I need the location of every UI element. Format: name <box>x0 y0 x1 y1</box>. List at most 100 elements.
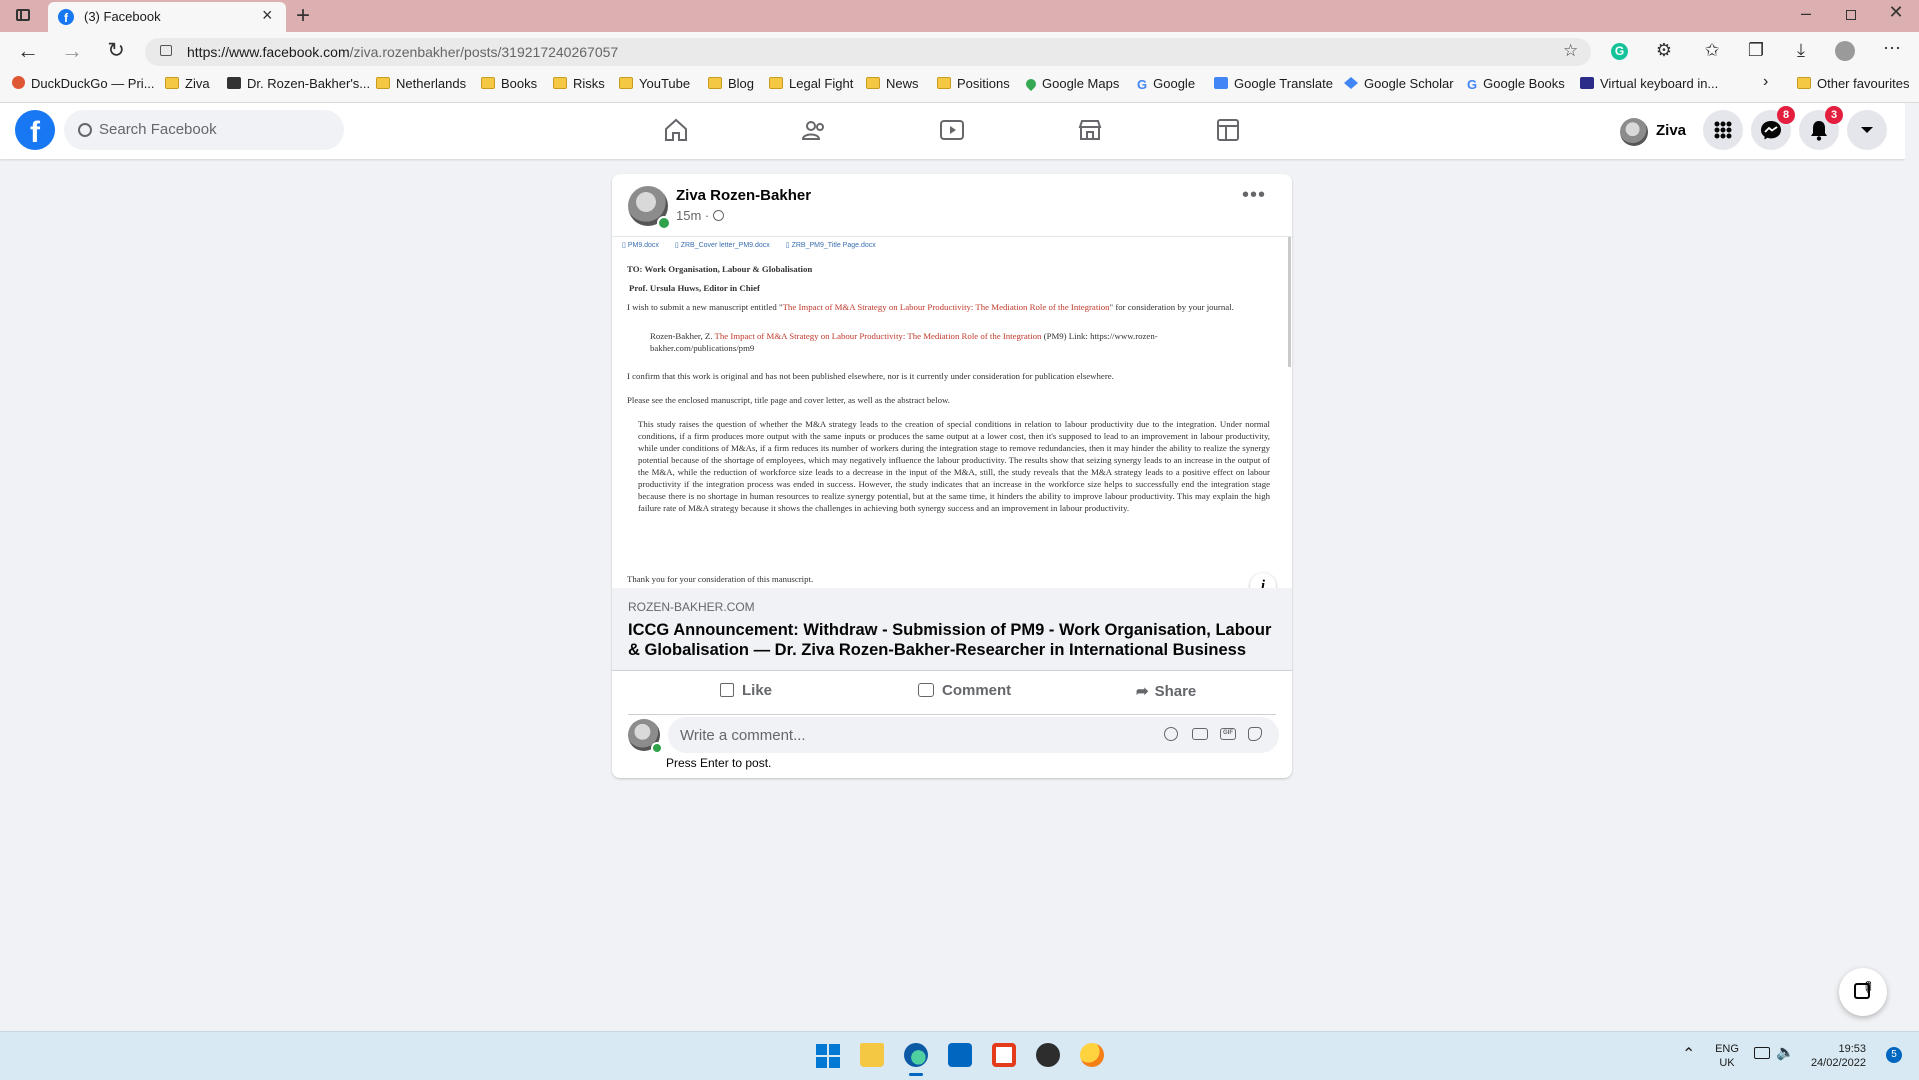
favorites-icon[interactable]: ✩ <box>1700 40 1724 61</box>
tab-actions-icon[interactable] <box>16 9 30 21</box>
bookmark-item[interactable]: News <box>866 76 919 91</box>
author-name[interactable]: Ziva Rozen-Bakher <box>676 187 811 204</box>
info-button[interactable]: i <box>1250 573 1276 589</box>
bookmark-item[interactable]: Google Scholar <box>1344 76 1454 91</box>
browser-tab-bar <box>0 0 1919 32</box>
home-icon[interactable] <box>662 116 690 144</box>
bookmark-label: Google <box>1153 76 1196 91</box>
post-image-document[interactable]: ▯ PM9.docx ▯ ZRB_Cover letter_PM9.docx ▯… <box>612 236 1292 589</box>
gaming-icon[interactable] <box>1214 116 1242 144</box>
bookmark-item[interactable]: Google Translate <box>1214 76 1333 91</box>
like-button[interactable]: Like <box>720 682 772 699</box>
chevron-down-icon <box>1861 127 1873 133</box>
bookmark-item[interactable]: Risks <box>553 76 605 91</box>
bookmark-item[interactable]: G Google <box>1137 76 1196 92</box>
menu-button[interactable] <box>1703 110 1743 150</box>
profile-shortcut[interactable]: Ziva <box>1620 114 1690 146</box>
bookmark-item[interactable]: DuckDuckGo — Pri... <box>12 76 155 91</box>
active-app-indicator <box>909 1073 923 1076</box>
folder-icon <box>937 77 951 89</box>
google-icon: G <box>1467 77 1478 92</box>
marketplace-icon[interactable] <box>1076 116 1104 144</box>
document-submit-line: I wish to submit a new manuscript entitl… <box>627 302 1234 312</box>
address-bar[interactable]: https://www.facebook.com/ziva.rozenbakhe… <box>145 38 1591 66</box>
facebook-logo-icon[interactable]: f <box>15 110 55 150</box>
document-thanks: Thank you for your consideration of this… <box>627 574 814 584</box>
office-icon[interactable] <box>992 1043 1016 1067</box>
extensions-icon[interactable]: ⚙ <box>1652 40 1676 61</box>
refresh-button[interactable]: ↻ <box>102 38 130 63</box>
comment-input[interactable]: Write a comment... GIF <box>668 717 1279 753</box>
search-input[interactable]: Search Facebook <box>64 110 344 150</box>
grammarly-icon[interactable]: G <box>1611 43 1628 60</box>
file-explorer-icon[interactable] <box>860 1043 884 1067</box>
minimize-button[interactable]: – <box>1796 3 1816 24</box>
post-time[interactable]: 15m <box>676 208 701 223</box>
lock-icon <box>160 45 172 56</box>
downloads-icon[interactable]: ⤓ <box>1789 40 1813 61</box>
language-indicator[interactable]: ENG UK <box>1712 1042 1742 1070</box>
profile-icon[interactable] <box>1835 41 1855 61</box>
bookmark-item[interactable]: Google Maps <box>1023 76 1120 92</box>
gif-icon[interactable]: GIF <box>1220 728 1236 740</box>
camera-icon[interactable] <box>1192 728 1208 740</box>
bookmark-label: Virtual keyboard in... <box>1600 76 1719 91</box>
new-tab-button[interactable]: + <box>296 2 310 30</box>
edge-browser-icon[interactable] <box>904 1043 928 1067</box>
bookmark-item[interactable]: Blog <box>708 76 754 91</box>
clock[interactable]: 19:53 24/02/2022 <box>1806 1042 1866 1070</box>
bookmark-item[interactable]: YouTube <box>619 76 690 91</box>
bookmark-label: Risks <box>573 76 605 91</box>
bookmark-item[interactable]: Virtual keyboard in... <box>1580 76 1718 91</box>
microsoft-store-icon[interactable] <box>948 1043 972 1067</box>
bookmark-label: Google Maps <box>1042 76 1120 91</box>
other-favourites[interactable]: Other favourites <box>1797 76 1910 91</box>
bookmark-label: Books <box>501 76 538 91</box>
account-button[interactable] <box>1847 110 1887 150</box>
tray-chevron-up-icon[interactable]: ⌃ <box>1682 1044 1695 1064</box>
new-message-button[interactable]: ✎ <box>1839 968 1887 1016</box>
collections-icon[interactable]: ❐ <box>1744 40 1768 61</box>
tab-close-icon[interactable]: × <box>262 5 273 26</box>
attachment-icon: ▯ <box>674 242 679 249</box>
bookmark-item[interactable]: Positions <box>937 76 1010 91</box>
bookmark-item[interactable]: Ziva <box>165 76 210 91</box>
messenger-badge: 8 <box>1777 106 1795 124</box>
favorite-star-icon[interactable]: ☆ <box>1563 41 1578 61</box>
post-card: Ziva Rozen-Bakher 15m · ••• ▯ PM9.docx ▯… <box>612 174 1292 778</box>
bookmark-item[interactable]: Dr. Rozen-Bakher's... <box>227 76 370 91</box>
bookmark-item[interactable]: Legal Fight <box>769 76 853 91</box>
sticker-icon[interactable] <box>1248 727 1262 741</box>
restore-button[interactable] <box>1846 10 1856 20</box>
close-window-button[interactable]: ✕ <box>1886 2 1906 23</box>
bookmark-item[interactable]: G Google Books <box>1467 76 1565 92</box>
profile-name: Ziva <box>1656 122 1687 139</box>
settings-more-icon[interactable]: ⋯ <box>1880 38 1904 59</box>
page-scrollbar[interactable] <box>1905 103 1919 1031</box>
app-circle-icon[interactable] <box>1036 1043 1060 1067</box>
post-options-icon[interactable]: ••• <box>1242 184 1266 207</box>
comment-button[interactable]: Comment <box>918 682 1011 699</box>
document-scrollbar[interactable] <box>1288 237 1291 367</box>
forward-button[interactable]: → <box>58 38 86 64</box>
chat-app-icon[interactable] <box>1080 1043 1104 1067</box>
notification-center-badge[interactable]: 5 <box>1886 1047 1902 1063</box>
friends-icon[interactable] <box>800 116 828 144</box>
emoji-icon[interactable] <box>1164 727 1178 741</box>
network-icon[interactable] <box>1754 1047 1770 1059</box>
back-button[interactable]: ← <box>14 38 42 64</box>
document-editor-line: Prof. Ursula Huws, Editor in Chief <box>629 283 760 293</box>
bookmark-item[interactable]: Netherlands <box>376 76 466 91</box>
watch-icon[interactable] <box>938 116 966 144</box>
share-button[interactable]: ➦ Share <box>1136 682 1196 700</box>
bookmark-item[interactable]: Books <box>481 76 537 91</box>
online-status-dot <box>657 216 671 230</box>
bookmarks-overflow-chevron-icon[interactable]: › <box>1763 73 1768 91</box>
bookmark-label: YouTube <box>639 76 691 91</box>
link-preview[interactable]: ROZEN-BAKHER.COM ICCG Announcement: With… <box>612 588 1292 671</box>
bookmark-label: Netherlands <box>396 76 467 91</box>
bookmark-label: DuckDuckGo — Pri... <box>31 76 155 91</box>
start-windows-icon[interactable] <box>816 1044 840 1068</box>
volume-icon[interactable]: 🔈 <box>1776 1043 1795 1061</box>
browser-tab-facebook[interactable]: f (3) Facebook × <box>48 2 286 32</box>
